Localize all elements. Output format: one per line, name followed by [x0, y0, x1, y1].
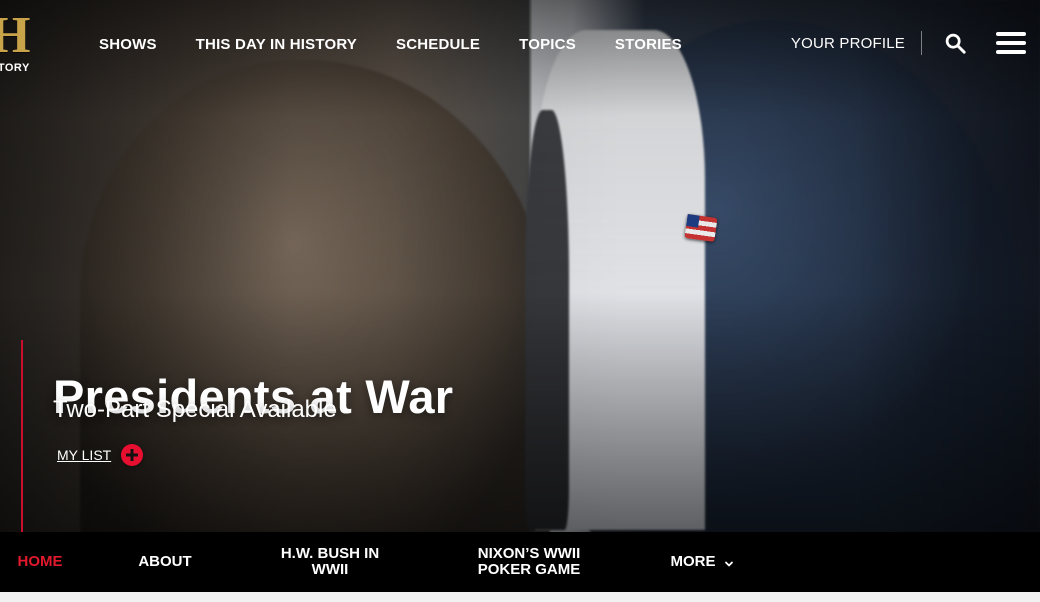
history-logo[interactable]: H STORY — [0, 7, 50, 75]
logo-letter: H — [0, 7, 31, 64]
hamburger-menu-icon[interactable] — [994, 29, 1028, 57]
hero-overlay — [0, 0, 1040, 532]
subnav-tab-nixons-wwii-poker-game[interactable]: NIXON’S WWII POKER GAME — [466, 532, 592, 592]
show-subnav: HOME ABOUT H.W. BUSH IN WWII NIXON’S WWI… — [0, 532, 1040, 592]
hero-subtitle: Two-Part Special Available — [53, 396, 337, 423]
chevron-down-icon — [724, 557, 734, 567]
top-navigation: SHOWS THIS DAY IN HISTORY SCHEDULE TOPIC… — [99, 36, 682, 53]
my-list-action: MY LIST — [57, 444, 144, 466]
subnav-tab-more[interactable]: MORE — [668, 532, 736, 592]
subnav-tab-about[interactable]: ABOUT — [138, 532, 191, 592]
subnav-more-label: MORE — [670, 553, 716, 570]
top-nav-schedule[interactable]: SCHEDULE — [396, 36, 480, 53]
page-bottom-strip — [0, 592, 1040, 602]
top-nav-topics[interactable]: TOPICS — [519, 36, 576, 53]
nav-divider — [921, 31, 922, 55]
top-nav-shows[interactable]: SHOWS — [99, 36, 157, 53]
logo-text: STORY — [0, 62, 30, 74]
subnav-tab-home[interactable]: HOME — [16, 532, 64, 592]
my-list-link[interactable]: MY LIST — [57, 447, 111, 463]
your-profile-link[interactable]: YOUR PROFILE — [791, 35, 905, 52]
top-nav-stories[interactable]: STORIES — [615, 36, 682, 53]
top-right-actions: YOUR PROFILE — [791, 26, 1028, 60]
hero-left-accent-bar — [21, 340, 23, 532]
plus-circle-icon[interactable] — [121, 444, 144, 466]
top-nav-this-day-in-history[interactable]: THIS DAY IN HISTORY — [196, 36, 357, 53]
hero-banner — [0, 0, 1040, 532]
subnav-tab-hw-bush-in-wwii[interactable]: H.W. BUSH IN WWII — [268, 532, 392, 592]
search-icon[interactable] — [944, 32, 966, 54]
